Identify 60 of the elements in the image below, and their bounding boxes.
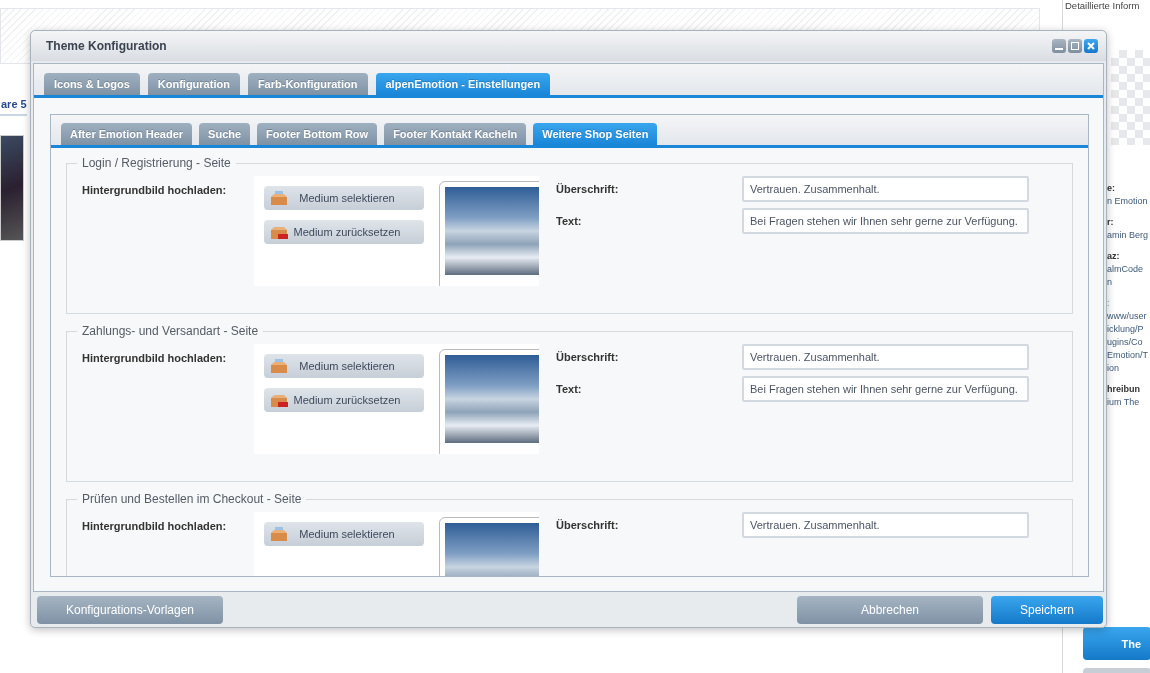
field-label: Text: — [556, 215, 583, 227]
input-field[interactable]: Bei Fragen stehen wir Ihnen sehr gerne zur Verfügung. — [742, 208, 1029, 234]
tab[interactable]: Footer Kontakt Kacheln — [384, 123, 527, 145]
tab[interactable]: alpenEmotion - Einstellungen — [375, 73, 551, 95]
info-text: almCode — [1107, 263, 1145, 276]
info-text: ion — [1107, 362, 1120, 375]
tray-remove-icon — [270, 393, 288, 407]
tab[interactable]: Weitere Shop Seiten — [533, 123, 658, 145]
info-text: icklung/P — [1107, 323, 1145, 336]
tray-icon — [270, 191, 288, 205]
field-label: Überschrift: — [556, 519, 620, 531]
info-text: www/user — [1107, 310, 1148, 323]
window-title: Theme Konfiguration — [46, 39, 167, 53]
media-button[interactable]: Medium selektieren — [264, 186, 424, 210]
group-title: Prüfen und Bestellen im Checkout - Seite — [81, 492, 303, 506]
panel-title: Detaillierte Inform — [1065, 0, 1140, 11]
templates-button[interactable]: Konfigurations-Vorlagen — [37, 595, 223, 624]
tab[interactable]: Farb-Konfiguration — [247, 73, 368, 95]
info-text: az: — [1107, 250, 1121, 263]
info-text: n Emotion — [1107, 195, 1149, 208]
field-label: Text: — [556, 383, 583, 395]
field-label: Hintergrundbild hochladen: — [81, 351, 228, 364]
info-text: amin Berg — [1107, 229, 1150, 242]
tray-icon — [270, 359, 288, 373]
field-label: Hintergrundbild hochladen: — [81, 519, 228, 532]
field-label: Überschrift: — [556, 183, 620, 195]
info-text: Emotion/T — [1107, 349, 1149, 362]
tab[interactable]: Icons & Logos — [44, 73, 140, 95]
group-title: Zahlungs- und Versandart - Seite — [81, 324, 260, 338]
info-text: : — [1107, 297, 1111, 310]
input-field[interactable]: Vertrauen. Zusammenhalt. — [742, 344, 1029, 370]
tray-icon — [270, 527, 288, 541]
group-title: Login / Registrierung - Seite — [81, 156, 232, 170]
tab[interactable]: After Emotion Header — [61, 123, 193, 145]
input-field[interactable]: Vertrauen. Zusammenhalt. — [742, 512, 1029, 538]
media-button[interactable]: Medium selektieren — [264, 354, 424, 378]
info-text: ium The — [1107, 396, 1141, 409]
media-button[interactable]: Medium zurücksetzen — [264, 388, 424, 412]
save-button[interactable]: Speichern — [991, 595, 1103, 624]
info-text: ugins/Co — [1107, 336, 1144, 349]
section-link[interactable]: are 5 — [0, 98, 27, 116]
field-label: Überschrift: — [556, 351, 620, 363]
info-text: hreibun — [1107, 383, 1141, 396]
input-field[interactable]: Bei Fragen stehen wir Ihnen sehr gerne zur Verfügung. — [742, 376, 1029, 402]
info-text: e: — [1107, 182, 1116, 195]
tab[interactable]: Konfiguration — [147, 73, 240, 95]
theme-button[interactable]: The — [1083, 627, 1150, 660]
field-label: Hintergrundbild hochladen: — [81, 183, 228, 196]
input-field[interactable]: Vertrauen. Zusammenhalt. — [742, 176, 1029, 202]
cancel-button[interactable]: Abbrechen — [797, 595, 983, 624]
info-text: r: — [1107, 216, 1115, 229]
tray-remove-icon — [270, 225, 288, 239]
media-button[interactable]: Medium selektieren — [264, 522, 424, 546]
tab[interactable]: Suche — [199, 123, 251, 145]
minimize-icon[interactable] — [1052, 39, 1066, 53]
close-icon[interactable] — [1084, 39, 1098, 53]
media-button[interactable]: Medium zurücksetzen — [264, 220, 424, 244]
tab[interactable]: Footer Bottom Row — [257, 123, 378, 145]
info-text: n — [1107, 276, 1113, 289]
maximize-icon[interactable] — [1068, 39, 1082, 53]
